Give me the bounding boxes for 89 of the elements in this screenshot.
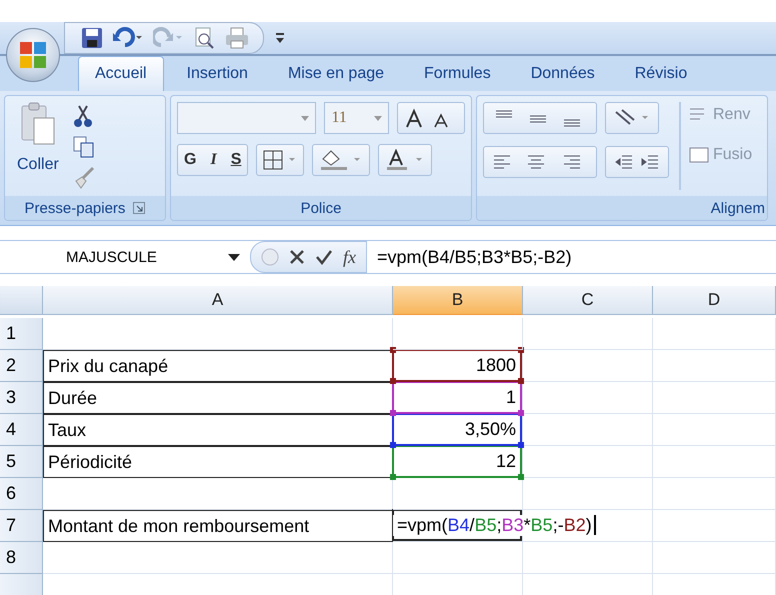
logo-icon xyxy=(18,40,48,70)
row-header[interactable]: 5 xyxy=(0,446,43,478)
caret-icon xyxy=(374,116,382,120)
grid-cell[interactable]: 3,50% xyxy=(393,414,523,446)
row-header[interactable]: 6 xyxy=(0,478,43,510)
row-header[interactable]: 4 xyxy=(0,414,43,446)
grid-cell[interactable]: 1800 xyxy=(393,350,523,382)
ribbon-tab[interactable]: Mise en page xyxy=(270,56,402,91)
grid-cell[interactable]: Durée xyxy=(43,382,393,414)
print-preview-icon[interactable] xyxy=(193,27,215,49)
enter-icon[interactable] xyxy=(315,249,333,265)
select-all-button[interactable] xyxy=(0,286,43,315)
save-icon[interactable] xyxy=(81,27,103,49)
column-header[interactable]: C xyxy=(523,286,653,315)
orientation-button[interactable] xyxy=(605,102,659,134)
row-header[interactable]: 8 xyxy=(0,542,43,574)
selection-handle[interactable] xyxy=(390,347,396,353)
ribbon-tab[interactable]: Données xyxy=(514,56,612,91)
selection-handle[interactable] xyxy=(518,474,524,480)
ribbon-tab[interactable]: Révisio xyxy=(618,56,704,91)
font-size-field[interactable]: 11 xyxy=(324,102,389,134)
selection-handle[interactable] xyxy=(390,378,396,384)
formula-field[interactable]: =vpm(B4/B5;B3*B5;-B2) xyxy=(367,246,572,268)
column-header[interactable]: B xyxy=(393,286,523,315)
column-header[interactable]: A xyxy=(43,286,393,315)
font-color-button[interactable] xyxy=(378,144,432,176)
selection-handle[interactable] xyxy=(518,442,524,448)
cell-editor[interactable]: =vpm(B4/B5;B3*B5;-B2) xyxy=(393,515,598,536)
column-header[interactable]: D xyxy=(653,286,776,315)
grid-cell[interactable]: Périodicité xyxy=(43,446,393,478)
ribbon-tab[interactable]: Accueil xyxy=(78,56,164,91)
circle-icon xyxy=(261,248,279,266)
table-cell-text: Périodicité xyxy=(47,452,132,472)
row-header[interactable]: 7 xyxy=(0,510,43,542)
caret-icon xyxy=(228,254,240,260)
underline-label[interactable]: S xyxy=(230,151,242,169)
selection-handle[interactable] xyxy=(518,410,524,416)
customize-icon[interactable] xyxy=(274,31,286,45)
row-header[interactable]: 3 xyxy=(0,382,43,414)
brush-icon[interactable] xyxy=(72,166,97,190)
group-label: Police xyxy=(300,200,342,216)
table-cell-text: Durée xyxy=(47,388,98,408)
ribbon-tab[interactable]: Insertion xyxy=(170,56,265,91)
vertical-align-buttons[interactable] xyxy=(483,102,597,134)
merge-icon xyxy=(689,146,709,164)
table-cell: 1800 xyxy=(476,355,516,376)
bold-label[interactable]: G xyxy=(184,151,196,169)
name-box[interactable]: MAJUSCULE xyxy=(0,248,250,266)
table-cell: 1 xyxy=(506,387,516,408)
grid-cell[interactable]: Prix du canapé xyxy=(43,350,393,382)
selection-handle[interactable] xyxy=(518,378,524,384)
table-cell-text: Taux xyxy=(47,420,86,440)
text-style-buttons[interactable]: G I S xyxy=(177,144,248,176)
horizontal-align-buttons[interactable] xyxy=(483,146,597,178)
grid-cell[interactable]: Taux xyxy=(43,414,393,446)
font-size-buttons[interactable] xyxy=(397,102,465,134)
table-cell: 3,50% xyxy=(464,419,516,440)
group-label: Presse-papiers xyxy=(24,200,126,216)
italic-label[interactable]: I xyxy=(210,151,217,169)
table-cell-text: Montant de mon remboursement xyxy=(47,516,310,536)
table-cell: 12 xyxy=(496,451,516,472)
row-header[interactable]: 2 xyxy=(0,350,43,382)
grid-cell[interactable]: 1 xyxy=(393,382,523,414)
ribbon-tab[interactable]: Formules xyxy=(407,56,508,91)
font-name-field[interactable] xyxy=(177,102,316,134)
redo-icon[interactable] xyxy=(153,27,183,49)
selection-handle[interactable] xyxy=(390,410,396,416)
table-cell-text: Prix du canapé xyxy=(47,356,168,376)
selection-handle[interactable] xyxy=(390,474,396,480)
caret-icon xyxy=(301,116,310,120)
fill-color-button[interactable] xyxy=(312,144,370,176)
grid-cell[interactable]: 12 xyxy=(393,446,523,478)
row-header[interactable]: 1 xyxy=(0,318,43,350)
copy-icon[interactable] xyxy=(72,136,95,158)
borders-button[interactable] xyxy=(256,144,304,176)
undo-icon[interactable] xyxy=(113,27,143,49)
clipboard-icon[interactable] xyxy=(20,102,56,146)
dialog-launcher-icon[interactable] xyxy=(133,202,146,214)
printer-icon[interactable] xyxy=(225,27,249,49)
group-label: Alignem xyxy=(710,200,765,216)
selection-handle[interactable] xyxy=(390,442,396,448)
indent-buttons[interactable] xyxy=(605,146,669,178)
office-button[interactable] xyxy=(6,28,60,82)
cancel-icon[interactable] xyxy=(289,249,305,265)
borders-icon xyxy=(263,150,298,170)
insert-function-button[interactable]: fx xyxy=(343,246,356,268)
scissors-icon[interactable] xyxy=(72,104,93,128)
grid-cell[interactable]: Montant de mon remboursement xyxy=(43,510,393,542)
paste-button[interactable]: Coller xyxy=(11,150,65,180)
